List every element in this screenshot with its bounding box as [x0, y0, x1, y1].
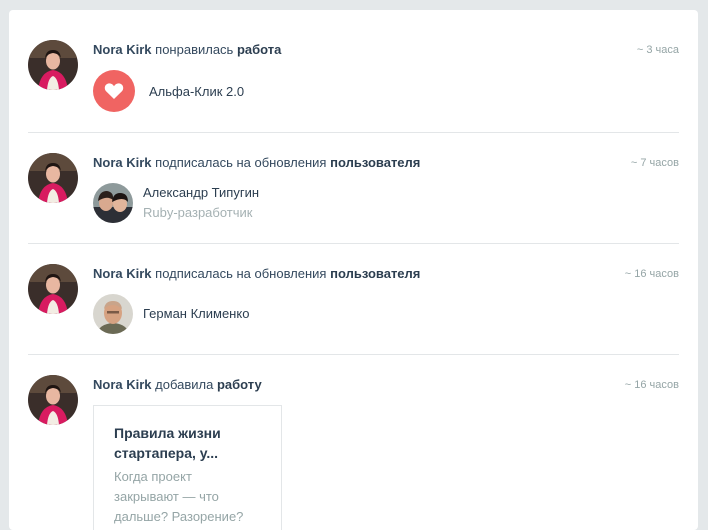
actor-name-link[interactable]: Nora Kirk: [93, 266, 152, 281]
heart-icon: [104, 83, 124, 99]
activity-object-link[interactable]: работу: [217, 377, 262, 392]
post-card[interactable]: Правила жизни стартапера, у... Когда про…: [93, 405, 282, 530]
activity-time: ~ 16 часов: [624, 268, 679, 280]
activity-object-link[interactable]: пользователя: [330, 266, 420, 281]
activity-headline: Nora Kirk подписалась на обновления поль…: [93, 266, 420, 282]
actor-name-link[interactable]: Nora Kirk: [93, 42, 152, 57]
activity-time: ~ 3 часа: [636, 44, 679, 56]
user-role: Ruby-разработчик: [143, 205, 253, 220]
activity-headline: Nora Kirk понравилась работа: [93, 42, 281, 58]
divider: [28, 354, 679, 355]
feed-item: Nora Kirk подписалась на обновления поль…: [28, 153, 679, 233]
actor-name-link[interactable]: Nora Kirk: [93, 377, 152, 392]
feed-item: Nora Kirk подписалась на обновления поль…: [28, 264, 679, 344]
actor-name-link[interactable]: Nora Kirk: [93, 155, 152, 170]
like-badge: [93, 70, 135, 112]
user-avatar[interactable]: [93, 294, 133, 334]
user-name-link[interactable]: Александр Типугин: [143, 185, 259, 200]
activity-time: ~ 7 часов: [630, 157, 679, 169]
avatar[interactable]: [28, 153, 78, 203]
avatar[interactable]: [28, 40, 78, 90]
avatar[interactable]: [28, 375, 78, 425]
feed-item: Nora Kirk добавила работу ~ 16 часов Пра…: [28, 375, 679, 530]
activity-action: понравилась: [155, 42, 234, 57]
work-title-link[interactable]: Альфа-Клик 2.0: [149, 84, 244, 99]
activity-action: подписалась на обновления: [155, 155, 327, 170]
activity-object-link[interactable]: работа: [237, 42, 281, 57]
user-name-link[interactable]: Герман Клименко: [143, 306, 249, 321]
avatar[interactable]: [28, 264, 78, 314]
post-excerpt: Когда проект закрывают — что дальше? Раз…: [114, 469, 244, 524]
activity-headline: Nora Kirk добавила работу: [93, 377, 262, 393]
activity-object-link[interactable]: пользователя: [330, 155, 420, 170]
activity-time: ~ 16 часов: [624, 379, 679, 391]
divider: [28, 132, 679, 133]
activity-headline: Nora Kirk подписалась на обновления поль…: [93, 155, 420, 171]
activity-action: подписалась на обновления: [155, 266, 327, 281]
activity-action: добавила: [155, 377, 214, 392]
post-title[interactable]: Правила жизни стартапера, у...: [114, 423, 254, 463]
user-avatar[interactable]: [93, 183, 133, 223]
feed-item: Nora Kirk понравилась работа ~ 3 часа Ал…: [28, 40, 679, 130]
divider: [28, 243, 679, 244]
activity-feed-panel: Nora Kirk понравилась работа ~ 3 часа Ал…: [9, 10, 698, 530]
